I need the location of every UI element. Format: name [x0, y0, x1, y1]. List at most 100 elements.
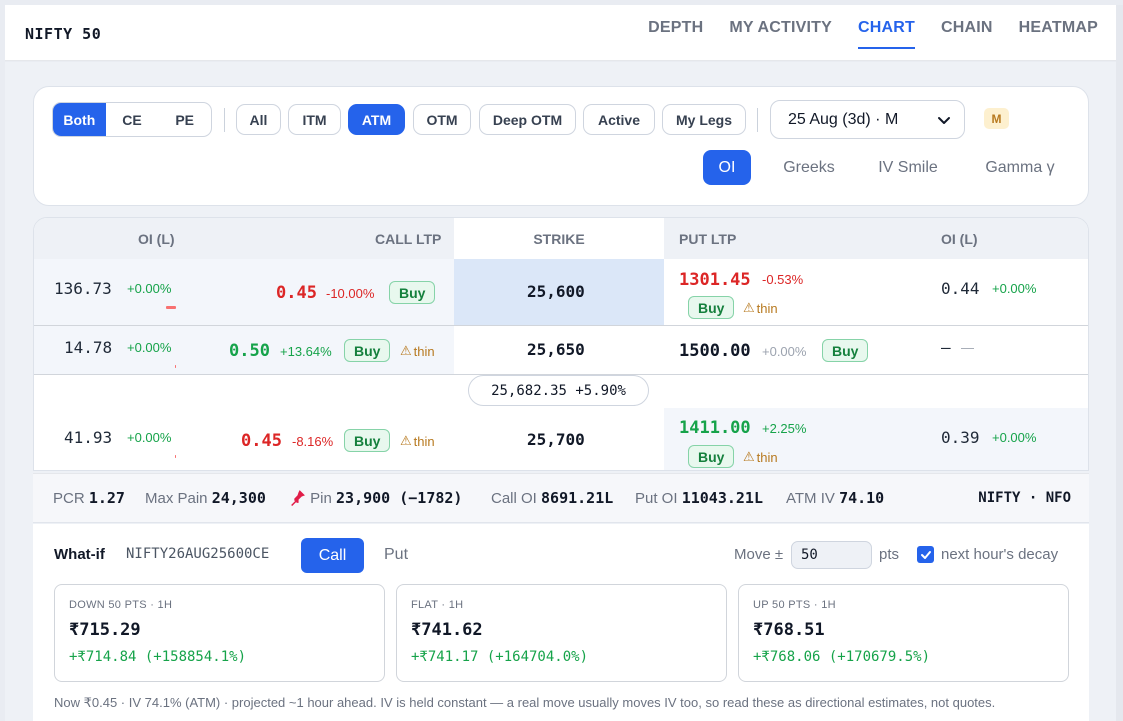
scenario-card-flat: FLAT · 1H ₹741.62 +₹741.17 (+164704.0%) [396, 584, 727, 682]
call-buy-button[interactable]: Buy [389, 281, 436, 304]
scenario-header: DOWN 50 PTS · 1H [69, 599, 173, 611]
warning-icon: ⚠ [400, 433, 412, 448]
call-toggle-button[interactable]: Call [301, 538, 364, 573]
strike-price: 25,650 [527, 340, 585, 359]
call-oi-change: +0.00% [127, 340, 172, 355]
view-gamma[interactable]: Gamma γ [965, 150, 1075, 185]
thin-label: thin [756, 449, 778, 465]
atm-iv-value: 74.10 [839, 489, 885, 507]
put-oi-total: 11043.21L [681, 489, 763, 507]
put-buy-button[interactable]: Buy [688, 445, 735, 468]
filter-itm[interactable]: ITM [288, 104, 341, 135]
put-oi-value: 0.44 [941, 279, 980, 298]
strike-price: 25,600 [527, 282, 585, 301]
scenario-delta: +₹741.17 (+164704.0%) [411, 649, 589, 665]
call-oi-change: +0.00% [127, 430, 172, 445]
col-put-oi: OI (L) [941, 231, 978, 247]
pcr-value: 1.27 [88, 489, 125, 507]
put-ltp-value: 1411.00 [679, 418, 751, 438]
max-pain-label: Max Pain [145, 490, 208, 507]
call-buy-button[interactable]: Buy [344, 429, 391, 452]
call-ltp-value: 0.45 [276, 283, 317, 303]
warning-icon: ⚠ [400, 343, 412, 358]
thin-warning: ⚠ thin [400, 433, 435, 449]
call-oi-value: 41.93 [64, 428, 113, 447]
col-put-ltp: PUT LTP [679, 231, 737, 247]
put-toggle-button[interactable]: Put [384, 546, 408, 564]
put-buy-button[interactable]: Buy [822, 339, 869, 362]
put-buy-button[interactable]: Buy [688, 296, 735, 319]
stats-strip: PCR 1.27 Max Pain 24,300 Pin 23,900 (−17… [33, 473, 1089, 523]
view-oi[interactable]: OI [703, 150, 751, 185]
filter-otm[interactable]: OTM [413, 104, 471, 135]
view-greeks[interactable]: Greeks [765, 150, 853, 185]
divider [757, 108, 758, 132]
contract-symbol: NIFTY26AUG25600CE [126, 546, 270, 562]
stat-call-oi: Call OI 8691.21L [491, 489, 613, 507]
put-oi-label: Put OI [635, 490, 678, 507]
scenario-header: UP 50 PTS · 1H [753, 599, 836, 611]
expiry-select[interactable]: 25 Aug (3d) · M [770, 100, 965, 139]
call-ltp-change: -8.16% [292, 434, 334, 449]
scenario-value: ₹715.29 [69, 620, 141, 640]
filter-active[interactable]: Active [583, 104, 655, 135]
pin-icon [291, 490, 305, 506]
side-segmented-control: Both CE PE [52, 102, 212, 137]
segment-ce[interactable]: CE [106, 103, 159, 136]
scenario-value: ₹741.62 [411, 620, 483, 640]
stat-pcr: PCR 1.27 [53, 489, 125, 507]
move-label: Move ± [734, 546, 784, 563]
decay-label: next hour's decay [941, 546, 1059, 563]
call-oi-total: 8691.21L [541, 489, 614, 507]
thin-label: thin [413, 433, 435, 449]
thin-warning: ⚠ thin [743, 449, 778, 465]
stat-pin: Pin 23,900 (−1782) [289, 489, 462, 507]
table-row[interactable]: 14.78 +0.00% 0.50 +13.64% Buy ⚠ thin 25,6… [34, 326, 1088, 374]
table-row[interactable]: 136.73 +0.00% 0.45 -10.00% Buy 25,600 13… [34, 259, 1088, 325]
what-if-panel: What-if NIFTY26AUG25600CE Call Put Move … [33, 524, 1089, 721]
filter-card: Both CE PE All ITM ATM OTM Deep OTM Acti… [33, 86, 1089, 206]
instrument-title: NIFTY 50 [25, 25, 102, 43]
filter-deep-otm[interactable]: Deep OTM [479, 104, 576, 135]
stat-atm-iv: ATM IV 74.10 [786, 489, 884, 507]
filter-my-legs[interactable]: My Legs [662, 104, 746, 135]
main-content: Both CE PE All ITM ATM OTM Deep OTM Acti… [5, 62, 1116, 721]
filter-atm[interactable]: ATM [348, 104, 405, 135]
monthly-badge: M [984, 108, 1009, 129]
decay-checkbox[interactable] [917, 546, 934, 563]
view-iv-smile[interactable]: IV Smile [863, 150, 953, 185]
atm-iv-label: ATM IV [786, 490, 835, 507]
call-ltp-value: 0.50 [229, 341, 270, 361]
put-oi-value: 0.39 [941, 428, 980, 447]
tab-heatmap[interactable]: HEATMAP [1019, 19, 1098, 49]
tab-chart[interactable]: CHART [858, 19, 915, 49]
table-header: OI (L) CALL LTP STRIKE PUT LTP OI (L) [34, 218, 1088, 259]
put-ltp-change: +2.25% [762, 421, 807, 436]
scenario-delta: +₹714.84 (+158854.1%) [69, 649, 247, 665]
table-row[interactable]: 41.93 +0.00% 0.45 -8.16% Buy ⚠ thin 25,70… [34, 408, 1088, 470]
put-oi-change: +0.00% [992, 430, 1037, 445]
spot-price-pill: 25,682.35 +5.90% [468, 375, 649, 406]
warning-icon: ⚠ [743, 300, 755, 315]
stat-max-pain: Max Pain 24,300 [145, 489, 266, 507]
put-oi-value: — [941, 338, 951, 357]
call-oi-bar [175, 455, 176, 458]
tab-chain[interactable]: CHAIN [941, 19, 993, 49]
segment-both[interactable]: Both [53, 103, 106, 136]
put-ltp-value: 1500.00 [679, 341, 751, 361]
call-oi-change: +0.00% [127, 281, 172, 296]
option-chain-table: OI (L) CALL LTP STRIKE PUT LTP OI (L) 13… [33, 217, 1089, 471]
tab-depth[interactable]: DEPTH [648, 19, 703, 49]
call-oi-bar [175, 365, 176, 368]
top-bar: NIFTY 50 DEPTH MY ACTIVITY CHART CHAIN H… [5, 5, 1116, 61]
scenario-delta: +₹768.06 (+170679.5%) [753, 649, 931, 665]
thin-label: thin [756, 300, 778, 316]
move-input[interactable]: 50 [791, 541, 872, 569]
filter-all[interactable]: All [236, 104, 281, 135]
call-ltp-value: 0.45 [241, 431, 282, 451]
put-oi-change: +0.00% [992, 281, 1037, 296]
segment-pe[interactable]: PE [158, 103, 211, 136]
tab-my-activity[interactable]: MY ACTIVITY [729, 19, 832, 49]
col-call-oi: OI (L) [138, 231, 175, 247]
call-buy-button[interactable]: Buy [344, 339, 391, 362]
